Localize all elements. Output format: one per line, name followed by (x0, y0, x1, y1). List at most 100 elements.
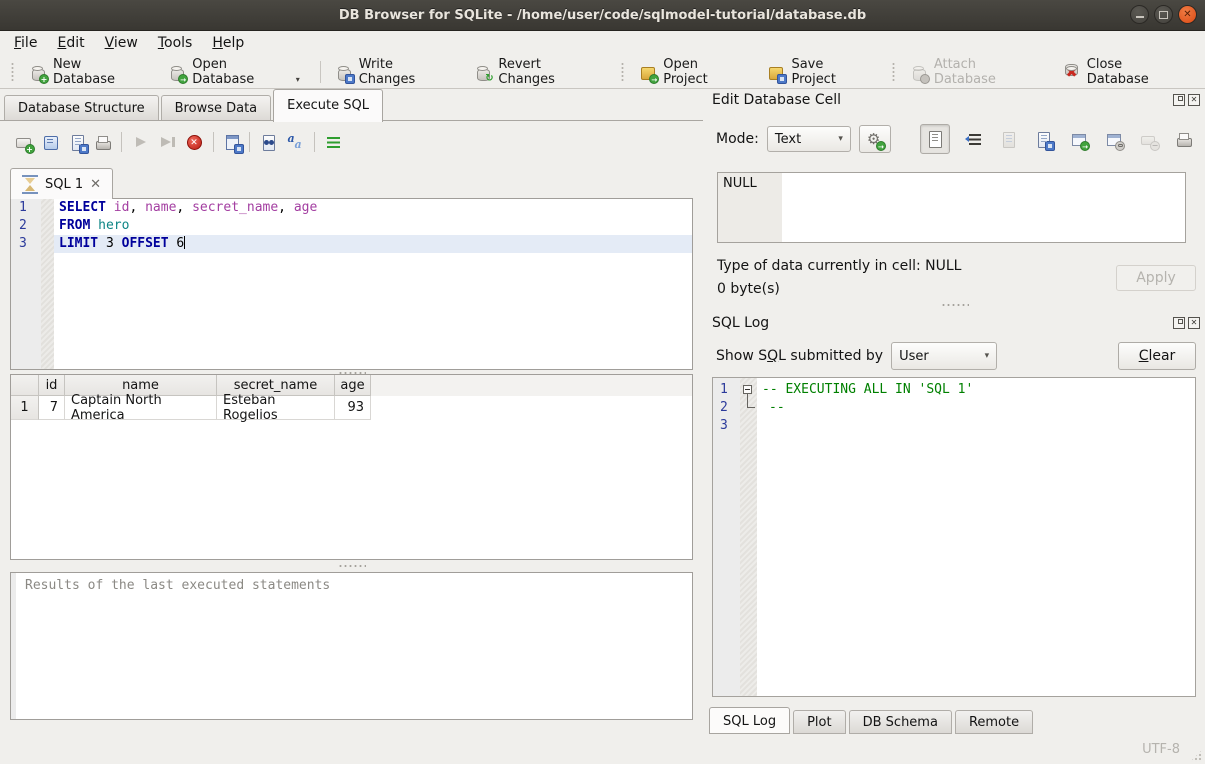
close-icon[interactable] (1178, 5, 1197, 24)
open-file-button[interactable] (37, 129, 64, 155)
clear-button[interactable]: Clear (1118, 342, 1196, 370)
save-project-button[interactable]: Save Project (759, 53, 878, 91)
title-bar[interactable]: DB Browser for SQLite - /home/user/code/… (0, 0, 1205, 31)
fold-collapse-icon[interactable] (743, 385, 752, 394)
dock-splitter[interactable] (704, 301, 1205, 309)
tab-new-button[interactable] (10, 129, 37, 155)
format-button[interactable] (320, 129, 347, 155)
submitted-by-value: User (899, 349, 929, 364)
row-number[interactable]: 1 (11, 396, 39, 420)
proj-open-icon (639, 64, 657, 81)
mode-select[interactable]: Text ▾ (767, 126, 851, 152)
new-database-button[interactable]: New Database (21, 53, 154, 91)
sql-tab-label: SQL 1 (45, 177, 83, 192)
wrap-button[interactable] (963, 127, 985, 151)
print-button[interactable] (1173, 127, 1195, 151)
maximize-icon[interactable] (1154, 5, 1173, 24)
bottom-tab-remote[interactable]: Remote (955, 710, 1033, 734)
line-number: 2 (11, 217, 41, 235)
replace-button[interactable] (282, 129, 309, 155)
save-as-button[interactable] (1033, 127, 1055, 151)
chevron-down-icon[interactable]: ▾ (296, 75, 300, 84)
write-changes-label: Write Changes (359, 57, 453, 87)
status-bar: UTF-8 (0, 734, 1205, 764)
close-dock-icon[interactable] (1188, 94, 1200, 106)
menu-file[interactable]: File (4, 32, 47, 54)
results-table[interactable]: idnamesecret_nameage 17Captain North Ame… (10, 374, 693, 560)
log-line-number: 3 (713, 417, 740, 435)
close-database-label: Close Database (1087, 57, 1187, 87)
mode-value: Text (775, 132, 801, 147)
export-win-button[interactable] (1068, 127, 1090, 151)
table-corner-header[interactable] (11, 375, 39, 396)
editor-text-area[interactable]: SELECT id, name, secret_name, ageFROM he… (54, 199, 692, 369)
db-attach-icon (910, 64, 928, 81)
log-comment-line: -- (757, 399, 1195, 417)
splitter-grip-icon (941, 303, 969, 307)
close-database-button[interactable]: Close Database (1055, 53, 1195, 91)
stop-button[interactable] (181, 129, 208, 155)
sql-log-title: SQL Log (712, 315, 769, 331)
edit-cell-dock-titlebar[interactable]: Edit Database Cell (712, 90, 1200, 110)
proj-save-icon (767, 64, 785, 81)
print-button[interactable] (89, 129, 116, 155)
menu-help[interactable]: Help (202, 32, 254, 54)
toolbar-handle[interactable] (891, 62, 896, 82)
cell-value-editor[interactable]: NULL (717, 172, 1186, 243)
import-button (998, 127, 1020, 151)
table-cell[interactable]: Esteban Rogelios (217, 396, 335, 420)
write-changes-button[interactable]: Write Changes (327, 53, 461, 91)
table-cell[interactable]: Captain North America (65, 396, 217, 420)
results-message-text: Results of the last executed statements (16, 573, 339, 719)
float-dock-icon[interactable] (1173, 317, 1185, 329)
minimize-icon[interactable] (1130, 5, 1149, 24)
menu-view[interactable]: View (95, 32, 148, 54)
tab-database-structure[interactable]: Database Structure (4, 95, 159, 121)
toolbar-handle[interactable] (620, 62, 625, 82)
column-header-id[interactable]: id (39, 375, 65, 396)
sql-log-dock-titlebar[interactable]: SQL Log (712, 313, 1200, 333)
menu-edit[interactable]: Edit (47, 32, 94, 54)
toolbar-separator (213, 132, 214, 152)
sql-editor[interactable]: 123 SELECT id, name, secret_name, ageFRO… (10, 198, 693, 370)
execute-icon (132, 134, 150, 151)
close-dock-icon[interactable] (1188, 317, 1200, 329)
sql-tab-close-icon[interactable]: ✕ (90, 178, 101, 191)
bottom-tab-sql-log[interactable]: SQL Log (709, 707, 790, 734)
table-cell[interactable]: 93 (335, 396, 371, 420)
tab-execute-sql[interactable]: Execute SQL (273, 89, 383, 122)
submitted-by-select[interactable]: User ▾ (891, 342, 997, 370)
wrap-icon (965, 131, 983, 148)
find-button[interactable] (255, 129, 282, 155)
float-dock-icon[interactable] (1173, 94, 1185, 106)
link-win-button[interactable] (1103, 127, 1125, 151)
save-results-icon (224, 134, 242, 151)
open-database-button[interactable]: Open Database▾ (160, 53, 307, 91)
bottom-tab-plot[interactable]: Plot (793, 710, 846, 734)
bottom-tab-db-schema[interactable]: DB Schema (849, 710, 952, 734)
execute-line-icon (159, 134, 177, 151)
revert-changes-button[interactable]: Revert Changes (466, 53, 608, 91)
sql-document-tab[interactable]: SQL 1 ✕ (10, 168, 113, 199)
print-icon (94, 134, 112, 151)
text-doc-button[interactable] (920, 124, 950, 154)
auto-mode-button[interactable] (859, 125, 891, 153)
table-cell[interactable]: 7 (39, 396, 65, 420)
line-number: 1 (11, 199, 41, 217)
print-icon (1175, 131, 1193, 148)
tab-browse-data[interactable]: Browse Data (161, 95, 272, 121)
open-file-icon (42, 134, 60, 151)
db-browser-window: DB Browser for SQLite - /home/user/code/… (0, 0, 1205, 764)
db-revert-icon (474, 64, 492, 81)
column-header-age[interactable]: age (335, 375, 371, 396)
menu-tools[interactable]: Tools (148, 32, 203, 54)
cell-size-info: 0 byte(s) (717, 281, 780, 297)
sql-log-viewer[interactable]: 123 -- EXECUTING ALL IN 'SQL 1'-- (712, 377, 1196, 697)
open-project-button[interactable]: Open Project (631, 53, 753, 91)
apply-button[interactable]: Apply (1116, 265, 1196, 291)
toolbar-handle[interactable] (10, 62, 15, 82)
resize-grip[interactable] (1190, 749, 1203, 762)
mode-label: Mode: (716, 131, 759, 147)
table-message-splitter[interactable] (10, 563, 693, 569)
save-project-label: Save Project (791, 57, 870, 87)
